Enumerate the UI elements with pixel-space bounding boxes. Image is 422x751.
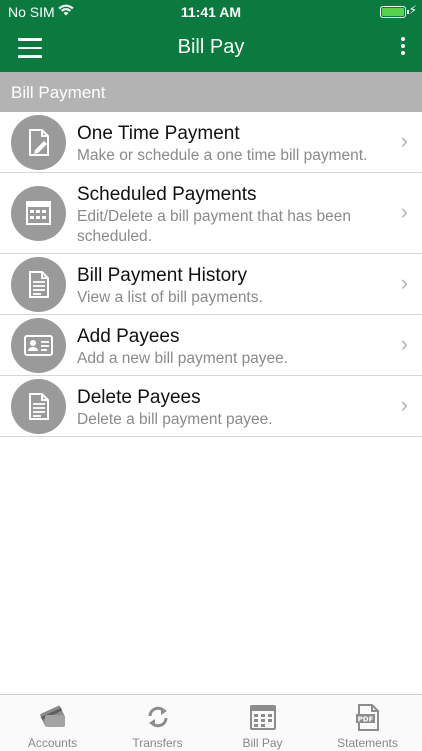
menu-item-title: Delete Payees (77, 387, 201, 408)
calendar-icon (11, 186, 66, 241)
tab-label: Accounts (27, 736, 78, 750)
more-options-icon[interactable] (398, 37, 408, 59)
tab-label: Statements (337, 736, 398, 750)
bill-pay-menu: One Time Payment Make or schedule a one … (0, 112, 422, 437)
menu-item-scheduled-payments[interactable]: Scheduled Payments Edit/Delete a bill pa… (0, 173, 422, 254)
menu-item-title: Add Payees (77, 326, 180, 347)
refresh-icon (143, 703, 173, 731)
document-list-icon (11, 257, 66, 312)
tab-statements[interactable]: PDF Statements (315, 695, 420, 751)
id-card-icon (11, 318, 66, 373)
tab-label: Bill Pay (242, 736, 283, 750)
menu-item-add-payees[interactable]: Add Payees Add a new bill payment payee.… (0, 315, 422, 376)
svg-text:PDF: PDF (358, 716, 374, 724)
menu-item-title: Bill Payment History (77, 265, 247, 286)
menu-item-subtitle: Delete a bill payment payee. (77, 411, 273, 428)
menu-item-subtitle: Make or schedule a one time bill payment… (77, 147, 368, 164)
document-list-icon (11, 379, 66, 434)
status-time: 11:41 AM (180, 4, 242, 20)
chevron-right-icon: › (400, 199, 408, 224)
tab-bar: Accounts Transfers Bill Pay PDF Statemen… (0, 694, 422, 750)
chevron-right-icon: › (400, 331, 408, 356)
page-title: Bill Pay (177, 36, 245, 58)
menu-item-delete-payees[interactable]: Delete Payees Delete a bill payment paye… (0, 376, 422, 437)
status-bar: No SIM 11:41 AM ⚡ (0, 0, 422, 24)
menu-item-one-time-payment[interactable]: One Time Payment Make or schedule a one … (0, 112, 422, 173)
calendar-icon (248, 703, 278, 731)
tab-transfers[interactable]: Transfers (105, 695, 210, 751)
section-header: Bill Payment (0, 72, 422, 112)
battery-icon (380, 6, 409, 18)
menu-item-title: Scheduled Payments (77, 184, 257, 205)
tab-bill-pay[interactable]: Bill Pay (210, 695, 315, 751)
menu-item-subtitle: Add a new bill payment payee. (77, 350, 289, 367)
cards-icon (38, 703, 68, 731)
tab-accounts[interactable]: Accounts (0, 695, 105, 751)
chevron-right-icon: › (400, 128, 408, 153)
tab-label: Transfers (132, 736, 183, 750)
chevron-right-icon: › (400, 392, 408, 417)
nav-bar: Bill Pay (0, 24, 422, 72)
chevron-right-icon: › (400, 270, 408, 295)
menu-item-subtitle: View a list of bill payments. (77, 289, 263, 306)
menu-item-title: One Time Payment (77, 123, 240, 144)
document-pen-icon (11, 115, 66, 170)
menu-item-bill-payment-history[interactable]: Bill Payment History View a list of bill… (0, 254, 422, 315)
pdf-icon: PDF (353, 703, 383, 731)
charging-bolt-icon: ⚡ (408, 3, 417, 17)
menu-item-subtitle: Edit/Delete a bill payment that has been… (77, 208, 352, 245)
